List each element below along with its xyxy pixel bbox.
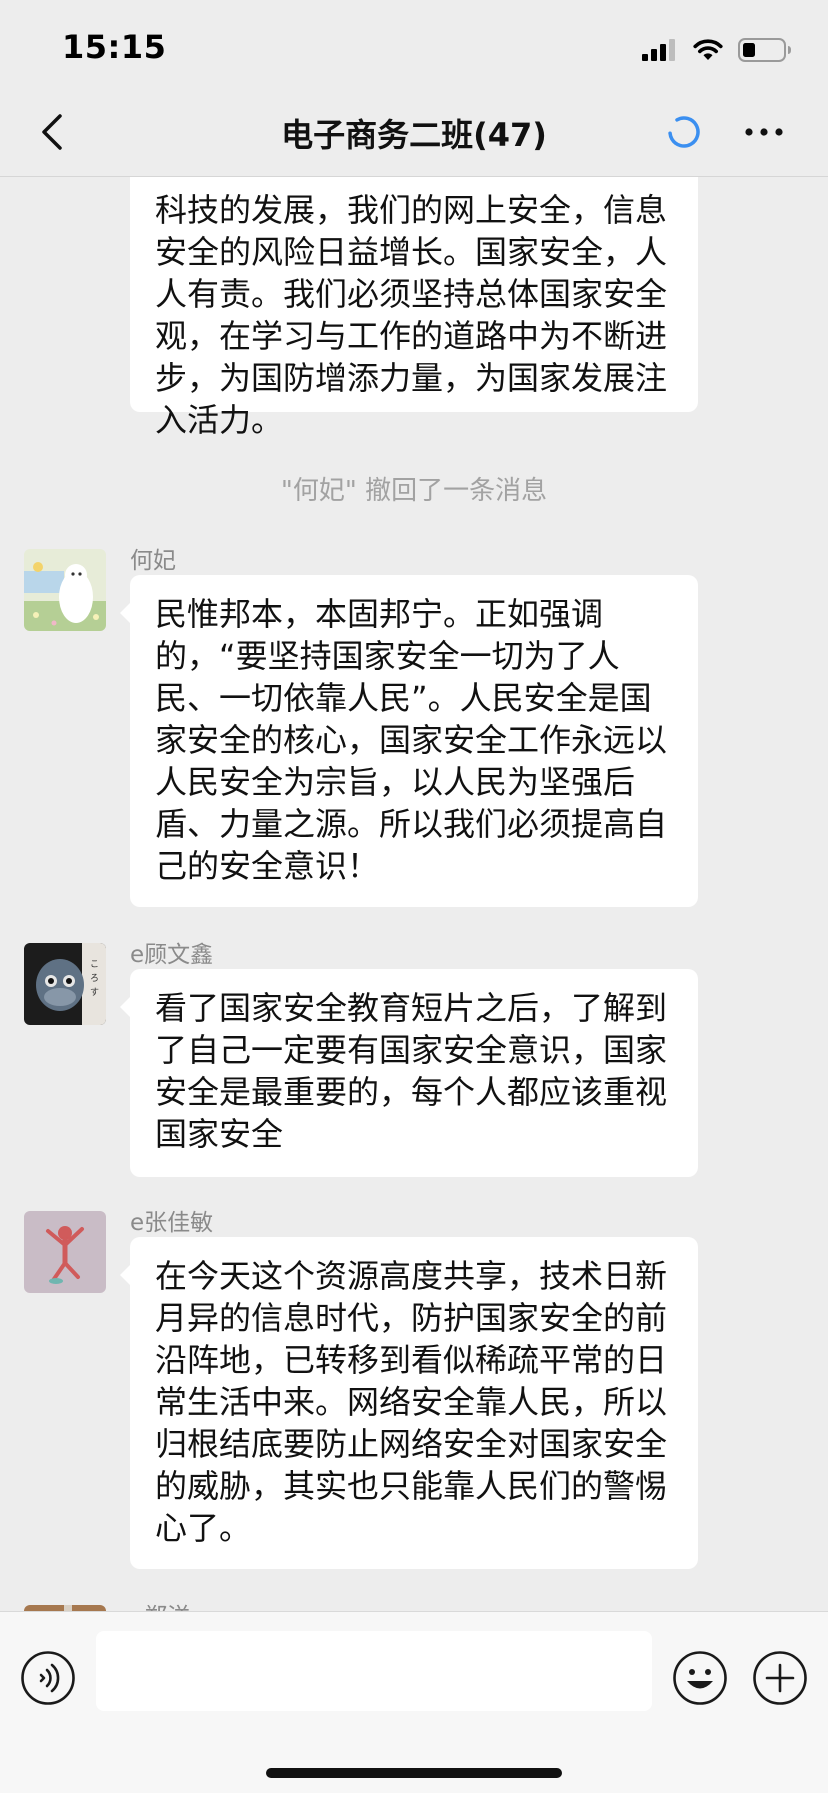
voice-input-icon[interactable] (20, 1650, 76, 1706)
message-bubble[interactable]: 在今天这个资源高度共享，技术日新月异的信息时代，防护国家安全的前沿阵地，已转移到… (120, 1237, 698, 1569)
chat-input-bar (0, 1611, 828, 1793)
sender-name: e顾文鑫 (130, 942, 214, 968)
avatar-cat-illustration-icon (24, 549, 106, 631)
message-bubble[interactable]: 民惟邦本，本固邦宁。正如强调的，“要坚持国家安全一切为了人民、一切依靠人民”。人… (120, 575, 698, 907)
chat-nav-bar: 电子商务二班(47) (0, 100, 828, 176)
chat-title: 电子商务二班(47) (281, 116, 547, 154)
avatar[interactable] (24, 1211, 106, 1293)
svg-text:ろ: ろ (90, 973, 99, 984)
chat-message-list[interactable]: 科技的发展，我们的网上安全，信息安全的风险日益增长。国家安全，人人有责。我们必须… (0, 177, 828, 1611)
cellular-signal-icon (642, 39, 675, 61)
avatar-dancing-figure-icon (24, 1211, 106, 1293)
sender-name: e郑洋 (130, 1597, 190, 1611)
svg-text:す: す (90, 987, 99, 998)
avatar[interactable] (24, 549, 106, 631)
avatar-robot-figure-icon: こ ろ す (24, 943, 106, 1025)
message-bubble[interactable]: 科技的发展，我们的网上安全，信息安全的风险日益增长。国家安全，人人有责。我们必须… (130, 177, 698, 439)
home-indicator (266, 1768, 562, 1778)
sender-name: 何妃 (130, 548, 176, 574)
status-icons (642, 36, 792, 64)
svg-text:こ: こ (90, 960, 99, 970)
sender-name: e张佳敏 (130, 1210, 214, 1236)
status-bar: 15:15 (0, 0, 828, 100)
more-functions-plus-icon[interactable] (752, 1650, 808, 1706)
wifi-icon (693, 39, 723, 60)
emoji-icon[interactable] (672, 1650, 728, 1706)
message-input[interactable] (96, 1631, 652, 1711)
avatar[interactable]: こ ろ す (24, 943, 106, 1025)
status-time: 15:15 (62, 28, 167, 66)
battery-icon (738, 38, 791, 62)
message-bubble[interactable]: 看了国家安全教育短片之后，了解到了自己一定要有国家安全意识，国家安全是最重要的，… (120, 969, 698, 1177)
loading-spinner-icon (668, 116, 700, 148)
more-options-icon[interactable] (744, 122, 784, 142)
recall-notice: "何妃" 撤回了一条消息 (280, 476, 548, 506)
